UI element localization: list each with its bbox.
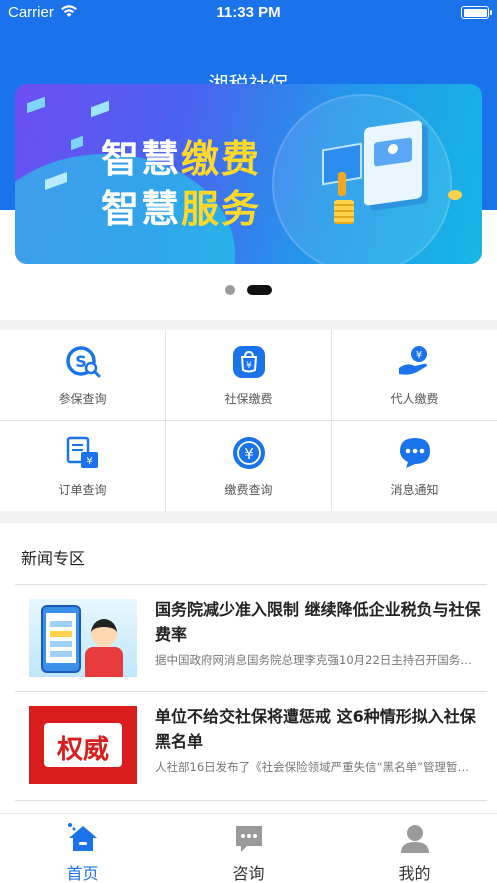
coins-illustration — [334, 200, 354, 224]
svg-text:¥: ¥ — [415, 350, 421, 361]
banner-line-1-white: 智慧 — [101, 137, 182, 181]
cube-decoration — [91, 100, 109, 118]
service-label: 消息通知 — [390, 483, 439, 497]
service-label: 订单查询 — [58, 483, 107, 497]
news-section: 新闻专区 国务院减少准入限制 继续降低企业税负与社保费率 据中国政府网消息国务院… — [0, 523, 497, 813]
tab-home[interactable]: 首页 — [0, 814, 165, 883]
service-label: 代人缴费 — [390, 392, 439, 406]
service-order-query[interactable]: ¥ 订单查询 — [0, 421, 165, 511]
news-item[interactable]: 国务院减少准入限制 继续降低企业税负与社保费率 据中国政府网消息国务院总理李克强… — [0, 585, 497, 691]
svg-text:¥: ¥ — [244, 445, 254, 463]
svg-text:¥: ¥ — [246, 361, 252, 371]
social-security-payment-icon: ¥ — [231, 344, 267, 380]
tab-label: 我的 — [398, 864, 431, 883]
message-notification-icon — [397, 435, 433, 471]
man-illustration — [91, 619, 117, 647]
service-payment-query[interactable]: ¥ 缴费查询 — [166, 421, 331, 511]
service-message-notification[interactable]: 消息通知 — [332, 421, 497, 511]
svg-text:¥: ¥ — [86, 456, 92, 467]
battery-icon — [461, 6, 492, 19]
news-summary: 据中国政府网消息国务院总理李克强10月22日主持召开国务… — [155, 653, 472, 667]
carousel-dot-1[interactable] — [225, 285, 235, 295]
cube-decoration — [27, 96, 45, 114]
banner-line-1: 智慧缴费 — [101, 128, 261, 183]
news-headline: 单位不给交社保将遭惩戒 这6种情形拟入社保黑名单 — [155, 707, 476, 751]
promo-banner[interactable]: 智慧缴费 智慧服务 — [15, 84, 482, 264]
user-icon — [399, 822, 431, 854]
news-item[interactable]: 权威 单位不给交社保将遭惩戒 这6种情形拟入社保黑名单 人社部16日发布了《社会… — [0, 692, 497, 798]
news-thumbnail — [29, 599, 137, 677]
document-illustration — [364, 119, 422, 207]
carousel-dot-2-active[interactable] — [247, 285, 272, 295]
service-label: 缴费查询 — [224, 483, 273, 497]
chat-icon — [233, 822, 265, 854]
payment-query-icon: ¥ — [231, 435, 267, 471]
home-icon — [67, 822, 99, 854]
banner-line-2-white: 智慧 — [101, 187, 182, 231]
coin-illustration — [448, 190, 462, 200]
carousel-indicator[interactable] — [0, 284, 497, 296]
tab-label: 咨询 — [232, 864, 265, 883]
service-insurance-search[interactable]: S 参保查询 — [0, 330, 165, 420]
service-grid: S 参保查询 ¥ 社保缴费 ¥ 代人缴费 ¥ 订单查询 ¥ 缴费查询 消息通知 — [0, 330, 497, 511]
phone-illustration — [41, 605, 81, 673]
grid-divider — [0, 420, 497, 421]
tab-label: 首页 — [66, 864, 99, 883]
service-label: 参保查询 — [58, 392, 107, 406]
proxy-payment-icon: ¥ — [397, 344, 433, 380]
clock: 11:33 PM — [216, 4, 281, 21]
divider — [15, 800, 487, 801]
news-thumbnail: 权威 — [29, 706, 137, 784]
tab-consult[interactable]: 咨询 — [166, 814, 331, 883]
status-bar: Carrier 11:33 PM — [0, 0, 497, 26]
service-social-security-payment[interactable]: ¥ 社保缴费 — [166, 330, 331, 420]
thumbnail-text: 权威 — [56, 735, 109, 765]
cube-decoration — [71, 135, 83, 151]
service-proxy-payment[interactable]: ¥ 代人缴费 — [332, 330, 497, 420]
news-headline: 国务院减少准入限制 继续降低企业税负与社保费率 — [155, 600, 481, 644]
tab-mine[interactable]: 我的 — [332, 814, 497, 883]
insurance-search-icon: S — [65, 344, 101, 380]
banner-line-2: 智慧服务 — [101, 178, 261, 233]
news-section-title: 新闻专区 — [21, 549, 86, 568]
person-illustration — [338, 172, 346, 196]
tab-bar: 首页 咨询 我的 — [0, 813, 497, 883]
news-summary: 人社部16日发布了《社会保险领域严重失信“黑名单”管理暂… — [155, 760, 470, 774]
banner-line-2-yellow: 服务 — [181, 187, 262, 231]
order-query-icon: ¥ — [65, 435, 101, 471]
banner-circle-decoration — [272, 94, 452, 264]
banner-line-1-yellow: 缴费 — [181, 137, 262, 181]
service-label: 社保缴费 — [224, 392, 273, 406]
